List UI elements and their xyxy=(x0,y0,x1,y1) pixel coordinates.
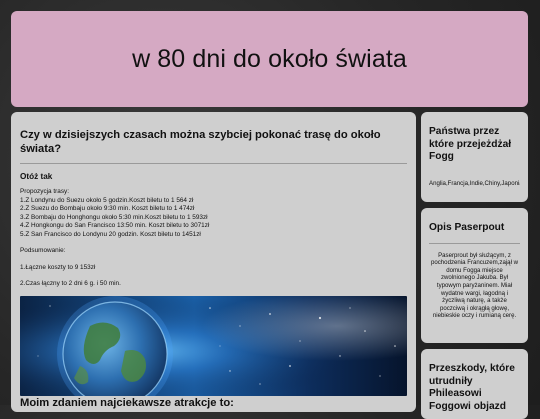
route-line: 4.Z Hongkongu do San Francisco 13:50 min… xyxy=(20,222,210,229)
countries-title: Państwa przez które przejeżdżał Fogg xyxy=(429,126,512,163)
site-header: w 80 dni do około świata xyxy=(11,11,528,107)
total-cost: 1.Łączne koszty to 9 153zł xyxy=(20,263,96,271)
route-line: 5.Z San Francisco do Londynu 20 godzin. … xyxy=(20,230,201,238)
paserpout-box: Opis Paserpout Paserprout był służącym, … xyxy=(421,208,528,343)
countries-box: Państwa przez które przejeżdżał Fogg Ang… xyxy=(421,112,528,202)
earth-space-image xyxy=(20,295,407,396)
summary-label: Podsumowanie: xyxy=(20,247,66,254)
divider xyxy=(20,163,407,164)
route-line: 2.Z Suezu do Bombaju około 9:30 min. Kos… xyxy=(20,205,195,212)
route-line: 3.Z Bombaju do Honghongu około 5:30 min.… xyxy=(20,213,208,221)
paserpout-title: Opis Paserpout xyxy=(429,222,505,233)
attractions-title: Moim zdaniem najciekawsze atrakcje to: xyxy=(20,396,234,409)
paserpout-text: Paserprout był służącym, z pochodzenia F… xyxy=(430,251,519,320)
article-subheading: Otóż tak xyxy=(20,172,53,181)
divider xyxy=(429,242,520,244)
obstacles-title: Przeszkody, które utrudniły Phileasowi F… xyxy=(429,363,515,412)
total-time: 2.Czas łączny to 2 dni 6 g. i 50 min. xyxy=(20,280,121,287)
route-line: 1.Z Londynu do Suezu około 5 godzin.Kosz… xyxy=(20,196,194,204)
proposal-label: Propozycja trasy: xyxy=(20,188,70,195)
obstacles-box: Przeszkody, które utrudniły Phileasowi F… xyxy=(421,349,528,419)
site-title: w 80 dni do około świata xyxy=(132,44,407,73)
article-question: Czy w dzisiejszych czasach można szybcie… xyxy=(20,129,381,155)
main-content: Czy w dzisiejszych czasach można szybcie… xyxy=(11,112,416,412)
countries-text: Anglia,Francja,Indie,Chiny,Japonia,Stany… xyxy=(429,179,520,187)
